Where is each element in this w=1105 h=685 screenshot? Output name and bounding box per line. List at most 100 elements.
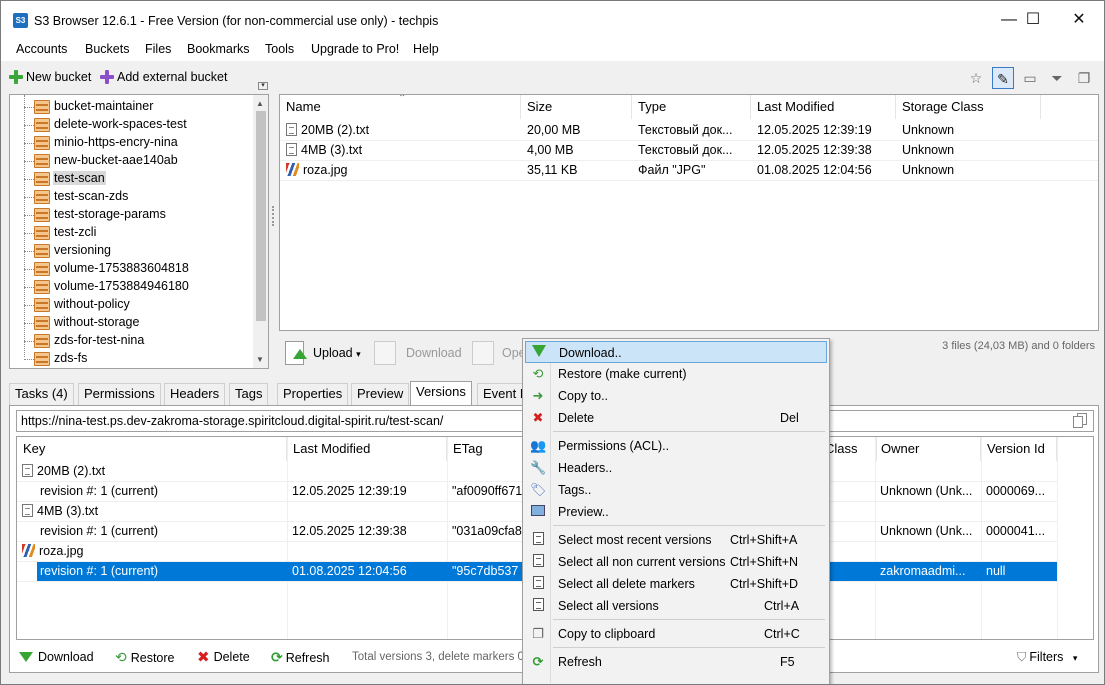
context-menu-item[interactable]: ➜ Copy to.. <box>525 385 827 407</box>
context-menu-item[interactable]: ❐ Copy to clipboard Ctrl+C <box>525 623 827 645</box>
bucket-item[interactable]: delete-work-spaces-test <box>10 116 255 134</box>
tab-tags[interactable]: Tags <box>229 383 269 405</box>
context-menu-item[interactable]: ⟲ Restore (make current) <box>525 363 827 385</box>
tab-versions[interactable]: Versions <box>410 381 472 406</box>
panel-view-icon[interactable]: ▭ <box>1019 67 1041 89</box>
tab-preview[interactable]: Preview <box>351 383 410 405</box>
column-key[interactable]: Key <box>17 437 287 461</box>
file-cell-type: Файл "JPG" <box>638 163 706 177</box>
filter-icon[interactable]: ⏷ <box>1046 67 1068 89</box>
context-menu-label: Select most recent versions <box>558 533 712 547</box>
bucket-item[interactable]: without-policy <box>10 296 255 314</box>
copy-url-icon[interactable] <box>1073 413 1089 429</box>
menu-accounts[interactable]: Accounts <box>16 42 67 56</box>
column-last-modified[interactable]: Last Modified <box>751 95 896 119</box>
add-external-bucket-button[interactable]: Add external bucket <box>100 70 228 88</box>
upload-button[interactable]: Upload ▾ <box>285 339 361 367</box>
menu-buckets[interactable]: Buckets <box>85 42 129 56</box>
copy-icon[interactable]: ❐ <box>1073 67 1095 89</box>
file-cell-name[interactable]: roza.jpg <box>280 160 521 180</box>
bucket-item[interactable]: minio-https-encry-nina <box>10 134 255 152</box>
tab-properties[interactable]: Properties <box>277 383 349 405</box>
scroll-up-icon[interactable]: ▲ <box>256 99 264 108</box>
tab-permissions[interactable]: Permissions <box>78 383 161 405</box>
column-last-modified[interactable]: Last Modified <box>287 437 447 461</box>
context-menu-item[interactable]: 🔧 Headers.. <box>525 457 827 479</box>
bucket-tree-scrollbar[interactable]: ▲ ▼ <box>253 95 268 368</box>
column-size[interactable]: Size <box>521 95 632 119</box>
bucket-label: test-scan <box>53 171 106 185</box>
filters-button[interactable]: ⛉ Filters ▾ <box>1017 647 1077 667</box>
bucket-item[interactable]: new-bucket-aae140ab <box>10 152 255 170</box>
bucket-item[interactable]: volume-1753883604818 <box>10 260 255 278</box>
new-bucket-button[interactable]: New bucket <box>9 70 91 88</box>
filters-dropdown-icon[interactable]: ▾ <box>1073 653 1078 663</box>
versions-refresh-button[interactable]: ⟳ Refresh <box>271 647 330 667</box>
bucket-item[interactable]: bucket-maintainer <box>10 98 255 116</box>
open-button-disabled[interactable]: Ope <box>472 339 526 367</box>
file-cell-name[interactable]: 20MB (2).txt <box>280 120 521 140</box>
toolbar-overflow-icon[interactable]: ▾ <box>258 82 268 90</box>
version-key-cell: revision #: 1 (current) <box>40 484 159 498</box>
bucket-item[interactable]: without-storage <box>10 314 255 332</box>
menu-bookmarks[interactable]: Bookmarks <box>187 42 250 56</box>
tab-headers[interactable]: Headers <box>164 383 226 405</box>
headers-icon: 🔧 <box>530 460 547 475</box>
column-storage-class[interactable]: Storage Class <box>896 95 1041 119</box>
bucket-item[interactable]: test-zcli <box>10 224 255 242</box>
menu-help[interactable]: Help <box>413 42 439 56</box>
menu-files[interactable]: Files <box>145 42 171 56</box>
context-menu-shortcut: Ctrl+C <box>764 627 800 641</box>
open-disabled-icon <box>472 341 494 365</box>
version-key-cell: revision #: 1 (current) <box>40 524 159 538</box>
scroll-thumb[interactable] <box>256 111 266 321</box>
download-button-disabled[interactable]: Download <box>374 339 462 367</box>
menu-tools[interactable]: Tools <box>265 42 294 56</box>
column-name[interactable]: Name <box>280 95 521 119</box>
versions-restore-button[interactable]: ⟲ Restore <box>115 647 175 667</box>
context-menu-item[interactable]: 👥 Permissions (ACL).. <box>525 435 827 457</box>
context-menu-item[interactable]: Download.. <box>525 341 827 363</box>
edit-pencil-icon[interactable]: ✎ <box>992 67 1014 89</box>
add-external-bucket-label: Add external bucket <box>117 70 228 84</box>
close-button[interactable]: ✕ <box>1056 1 1102 39</box>
bucket-item[interactable]: zds-fs <box>10 350 255 368</box>
column-owner[interactable]: Owner <box>875 437 981 461</box>
tab-tasks[interactable]: Tasks (4) <box>9 383 74 405</box>
version-modified-cell: 12.05.2025 12:39:38 <box>292 524 407 538</box>
bucket-item[interactable]: zds-for-test-nina <box>10 332 255 350</box>
upload-label: Upload <box>313 346 353 360</box>
permissions-icon: 👥 <box>530 438 547 453</box>
select-icon <box>530 554 546 570</box>
context-menu-item[interactable]: Preview.. <box>525 501 827 523</box>
bucket-item[interactable]: test-scan <box>10 170 255 188</box>
select-icon <box>530 598 546 614</box>
menu-upgrade[interactable]: Upgrade to Pro! <box>311 42 399 56</box>
versions-download-button[interactable]: Download <box>19 647 94 667</box>
upload-dropdown-icon[interactable]: ▾ <box>356 349 361 359</box>
context-menu-item[interactable]: ✖ Delete Del <box>525 407 827 429</box>
context-menu-item[interactable]: ⟳ Refresh F5 <box>525 651 827 673</box>
bucket-item[interactable]: versioning <box>10 242 255 260</box>
scroll-down-icon[interactable]: ▼ <box>256 355 264 364</box>
bucket-item[interactable]: test-scan-zds <box>10 188 255 206</box>
versions-delete-button[interactable]: ✖ Delete <box>197 647 250 667</box>
file-cell-storage: Unknown <box>902 123 955 137</box>
context-menu-item[interactable]: Select most recent versions Ctrl+Shift+A <box>525 529 827 551</box>
bucket-item[interactable]: volume-1753884946180 <box>10 278 255 296</box>
file-list[interactable]: ⌃ Name Size Type Last Modified Storage C… <box>279 94 1099 331</box>
bucket-item[interactable]: test-storage-params <box>10 206 255 224</box>
context-menu-item[interactable]: Select all delete markers Ctrl+Shift+D <box>525 573 827 595</box>
column-version-id[interactable]: Version Id <box>981 437 1057 461</box>
delete-icon: ✖ <box>532 410 544 425</box>
column-type[interactable]: Type <box>632 95 751 119</box>
context-menu-item[interactable]: Select all versions Ctrl+A <box>525 595 827 617</box>
context-menu-item[interactable]: 🏷 Tags.. <box>525 479 827 501</box>
maximize-button[interactable]: ☐ <box>1010 1 1056 39</box>
panel-splitter[interactable] <box>272 206 275 226</box>
file-cell-name[interactable]: 4MB (3).txt <box>280 140 521 160</box>
bucket-label: delete-work-spaces-test <box>54 117 187 131</box>
bucket-tree[interactable]: bucket-maintainer delete-work-spaces-test… <box>9 94 269 369</box>
favorite-star-icon[interactable]: ☆ <box>965 67 987 89</box>
context-menu-item[interactable]: Select all non current versions Ctrl+Shif… <box>525 551 827 573</box>
